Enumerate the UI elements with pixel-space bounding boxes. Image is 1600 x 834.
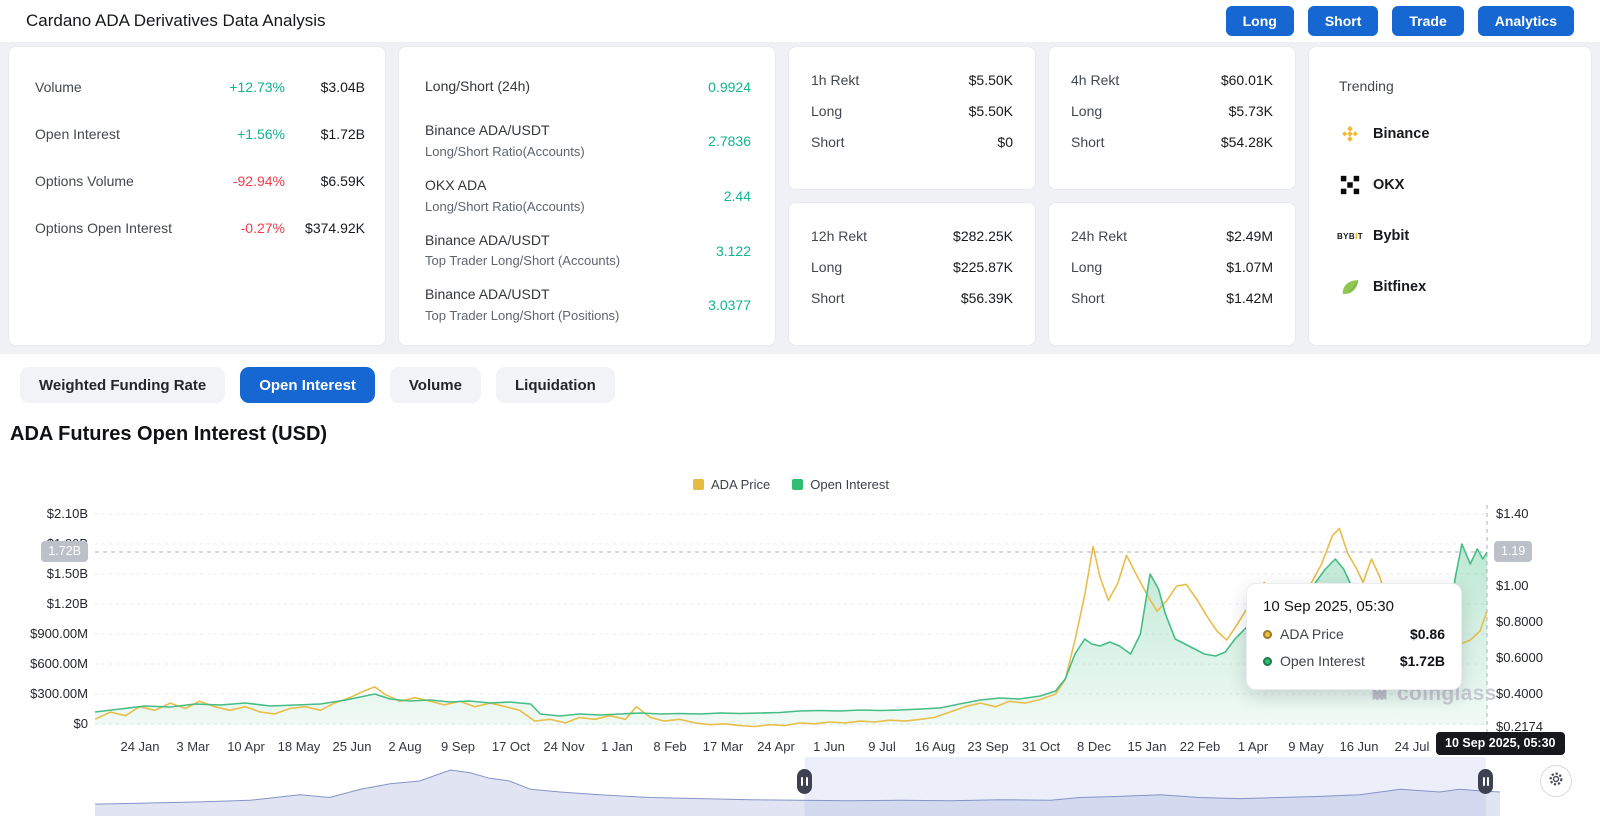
tooltip-series-value: $1.72B — [1399, 653, 1445, 669]
nav-button-long[interactable]: Long — [1225, 6, 1294, 36]
gear-icon — [1546, 769, 1566, 794]
legend-item-ada-price: ADA Price — [692, 477, 771, 492]
tab-volume[interactable]: Volume — [389, 367, 481, 403]
series-dot — [1263, 656, 1272, 666]
chart-legend: ADA Price Open Interest — [95, 477, 1487, 492]
y-axis-label-left: $600.00M — [30, 656, 88, 671]
nav-button-short[interactable]: Short — [1307, 6, 1379, 36]
legend-swatch — [792, 479, 804, 490]
tooltip-date: 10 Sep 2025, 05:30 — [1263, 598, 1394, 615]
header-nav: Long Short Trade Analytics — [1225, 6, 1574, 36]
y-axis-label-right: $0.6000 — [1496, 650, 1543, 666]
nav-button-trade[interactable]: Trade — [1392, 6, 1464, 36]
current-open-interest-badge: 1.72B — [41, 541, 88, 562]
chart-title: ADA Futures Open Interest (USD) — [10, 423, 328, 445]
y-axis-label-right: $1.40 — [1496, 506, 1529, 521]
header: Cardano ADA Derivatives Data Analysis Lo… — [0, 0, 1600, 42]
y-axis-label-left: $2.10B — [46, 506, 88, 521]
series-dot — [1263, 629, 1272, 639]
chart-tooltip: 10 Sep 2025, 05:30 ADA Price $0.86 Open In… — [1246, 583, 1462, 690]
chart-canvas[interactable] — [0, 0, 1600, 834]
tooltip-series-label: Open Interest — [1280, 653, 1365, 669]
x-axis-label: 24 Jul — [1394, 739, 1430, 754]
tooltip-row-open-interest: Open Interest $1.72B — [1263, 653, 1445, 669]
y-axis-label-left: $1.50B — [46, 566, 88, 581]
y-axis-label-right: $0.4000 — [1496, 686, 1543, 702]
chart-tabs: Weighted Funding Rate Open Interest Volume… — [20, 367, 615, 403]
tooltip-rows: ADA Price $0.86 Open Interest $1.72B — [1263, 626, 1445, 669]
y-axis-label-left: $1.20B — [46, 596, 88, 611]
tab-weighted-funding-rate[interactable]: Weighted Funding Rate — [20, 367, 226, 403]
tooltip-series-label: ADA Price — [1280, 626, 1344, 642]
current-price-axis-badge: 1.19 — [1494, 541, 1533, 562]
legend-item-open-interest: Open Interest — [792, 477, 889, 492]
chart-settings-button[interactable] — [1540, 765, 1572, 797]
tab-open-interest[interactable]: Open Interest — [240, 367, 375, 403]
y-axis-label-left: $300.00M — [30, 686, 88, 701]
y-axis-label-left: $900.00M — [30, 626, 88, 641]
tab-liquidation[interactable]: Liquidation — [495, 367, 615, 403]
nav-button-analytics[interactable]: Analytics — [1477, 6, 1574, 36]
y-axis-label-right: $0.8000 — [1496, 614, 1543, 630]
y-axis-label-left: $0 — [73, 716, 88, 731]
y-axis-label-right: $1.00 — [1496, 578, 1529, 594]
legend-label: Open Interest — [810, 477, 890, 492]
page: Cardano ADA Derivatives Data Analysis Lo… — [0, 0, 1600, 834]
page-title: Cardano ADA Derivatives Data Analysis — [26, 11, 326, 30]
legend-label: ADA Price — [710, 477, 771, 492]
tooltip-row-ada-price: ADA Price $0.86 — [1263, 626, 1445, 642]
navigator-left-handle[interactable] — [797, 769, 813, 794]
crosshair-date-badge: 10 Sep 2025, 05:30 — [1436, 732, 1565, 755]
navigator-right-handle[interactable] — [1478, 769, 1494, 794]
legend-swatch — [692, 479, 704, 490]
tooltip-series-value: $0.86 — [1409, 626, 1445, 642]
